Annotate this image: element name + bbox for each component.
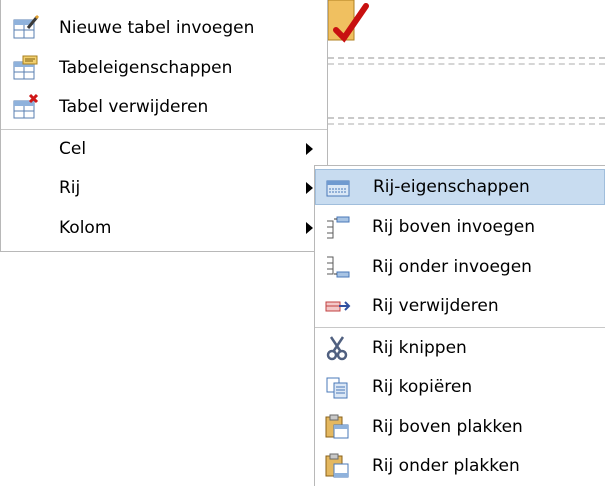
menu-item-label: Rij — [59, 178, 81, 198]
menu-item-label: Tabeleigenschappen — [59, 58, 233, 78]
menu-item-label: Tabel verwijderen — [59, 97, 209, 117]
submenu-item-label: Rij verwijderen — [372, 296, 499, 316]
table-border-line — [328, 57, 605, 59]
insert-row-above-icon — [327, 216, 350, 239]
cut-icon — [326, 336, 348, 361]
submenu-item-cut-row[interactable]: Rij knippen — [315, 330, 605, 366]
submenu-item-label: Rij-eigenschappen — [373, 177, 530, 197]
row-properties-icon — [326, 180, 350, 197]
menu-item-row[interactable]: Rij — [1, 170, 327, 206]
submenu-item-row-properties[interactable]: Rij-eigenschappen — [315, 169, 605, 205]
table-border-line — [328, 123, 605, 125]
submenu-item-paste-row-below[interactable]: Rij onder plakken — [315, 448, 605, 484]
menu-item-label: Kolom — [59, 218, 112, 238]
menu-item-insert-table[interactable]: Nieuwe tabel invoegen — [1, 10, 327, 46]
menu-item-delete-table[interactable]: Tabel verwijderen — [1, 89, 327, 125]
submenu-arrow-icon — [306, 222, 313, 234]
submenu-arrow-icon — [306, 143, 313, 155]
table-border-line — [328, 117, 605, 119]
table-context-menu: Nieuwe tabel invoegen Tabeleigenschappen… — [0, 0, 328, 252]
menu-item-table-properties[interactable]: Tabeleigenschappen — [1, 50, 327, 86]
submenu-item-delete-row[interactable]: Rij verwijderen — [315, 288, 605, 324]
delete-table-icon — [13, 93, 39, 119]
submenu-item-label: Rij kopiëren — [372, 377, 473, 397]
delete-row-icon — [325, 301, 351, 312]
menu-separator — [1, 129, 327, 130]
submenu-item-label: Rij boven plakken — [372, 417, 523, 437]
submenu-item-label: Rij boven invoegen — [372, 217, 535, 237]
paste-below-icon — [325, 453, 349, 478]
insert-row-below-icon — [327, 256, 350, 278]
menu-item-column[interactable]: Kolom — [1, 210, 327, 246]
submenu-item-insert-row-above[interactable]: Rij boven invoegen — [315, 209, 605, 245]
submenu-item-label: Rij onder plakken — [372, 456, 520, 476]
submenu-item-paste-row-above[interactable]: Rij boven plakken — [315, 409, 605, 445]
table-properties-icon — [13, 55, 38, 80]
submenu-item-label: Rij knippen — [372, 338, 467, 358]
submenu-item-insert-row-below[interactable]: Rij onder invoegen — [315, 249, 605, 285]
menu-item-label: Nieuwe tabel invoegen — [59, 18, 255, 38]
row-submenu: Rij-eigenschappen Rij boven invoegen Rij… — [314, 165, 605, 486]
copy-icon — [326, 377, 348, 399]
table-border-line — [328, 63, 605, 65]
menu-item-cell[interactable]: Cel — [1, 131, 327, 167]
submenu-item-copy-row[interactable]: Rij kopiëren — [315, 369, 605, 405]
insert-table-icon — [13, 14, 39, 39]
submenu-arrow-icon — [306, 182, 313, 194]
submenu-item-label: Rij onder invoegen — [372, 257, 532, 277]
menu-separator — [315, 327, 605, 328]
paste-above-icon — [325, 414, 349, 439]
edit-pencil-icon — [327, 0, 369, 43]
menu-item-label: Cel — [59, 139, 87, 159]
